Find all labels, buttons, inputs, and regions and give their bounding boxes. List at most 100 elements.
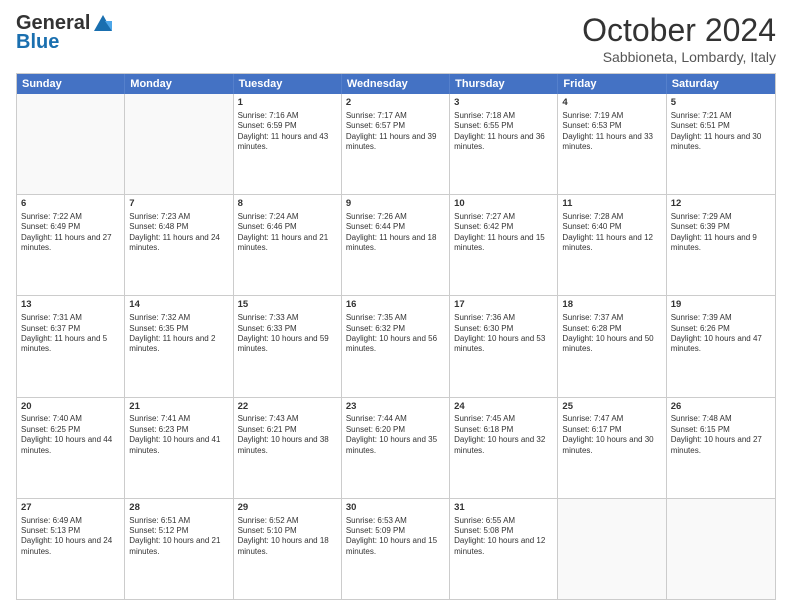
cell-details: Sunrise: 7:48 AMSunset: 6:15 PMDaylight:…: [671, 414, 771, 456]
day-number: 2: [346, 97, 445, 110]
header-day-friday: Friday: [558, 74, 666, 94]
calendar-cell: [125, 94, 233, 194]
calendar-cell: 29Sunrise: 6:52 AMSunset: 5:10 PMDayligh…: [234, 499, 342, 599]
calendar-cell: 30Sunrise: 6:53 AMSunset: 5:09 PMDayligh…: [342, 499, 450, 599]
calendar-cell: 16Sunrise: 7:35 AMSunset: 6:32 PMDayligh…: [342, 296, 450, 396]
day-number: 29: [238, 502, 337, 515]
day-number: 9: [346, 198, 445, 211]
day-number: 30: [346, 502, 445, 515]
cell-details: Sunrise: 7:23 AMSunset: 6:48 PMDaylight:…: [129, 212, 228, 254]
calendar-cell: 12Sunrise: 7:29 AMSunset: 6:39 PMDayligh…: [667, 195, 775, 295]
day-number: 21: [129, 401, 228, 414]
day-number: 5: [671, 97, 771, 110]
day-number: 11: [562, 198, 661, 211]
calendar-cell: 25Sunrise: 7:47 AMSunset: 6:17 PMDayligh…: [558, 398, 666, 498]
month-title: October 2024: [582, 12, 776, 49]
calendar-cell: 31Sunrise: 6:55 AMSunset: 5:08 PMDayligh…: [450, 499, 558, 599]
header: General Blue October 2024 Sabbioneta, Lo…: [16, 12, 776, 65]
day-number: 4: [562, 97, 661, 110]
calendar-cell: 18Sunrise: 7:37 AMSunset: 6:28 PMDayligh…: [558, 296, 666, 396]
day-number: 7: [129, 198, 228, 211]
calendar-cell: [17, 94, 125, 194]
header-day-saturday: Saturday: [667, 74, 775, 94]
day-number: 13: [21, 299, 120, 312]
cell-details: Sunrise: 6:51 AMSunset: 5:12 PMDaylight:…: [129, 516, 228, 558]
day-number: 16: [346, 299, 445, 312]
day-number: 17: [454, 299, 553, 312]
cell-details: Sunrise: 7:44 AMSunset: 6:20 PMDaylight:…: [346, 414, 445, 456]
cell-details: Sunrise: 7:18 AMSunset: 6:55 PMDaylight:…: [454, 111, 553, 153]
cell-details: Sunrise: 7:35 AMSunset: 6:32 PMDaylight:…: [346, 313, 445, 355]
calendar-cell: 28Sunrise: 6:51 AMSunset: 5:12 PMDayligh…: [125, 499, 233, 599]
day-number: 24: [454, 401, 553, 414]
calendar-cell: 5Sunrise: 7:21 AMSunset: 6:51 PMDaylight…: [667, 94, 775, 194]
cell-details: Sunrise: 7:28 AMSunset: 6:40 PMDaylight:…: [562, 212, 661, 254]
calendar-cell: 7Sunrise: 7:23 AMSunset: 6:48 PMDaylight…: [125, 195, 233, 295]
calendar-cell: 21Sunrise: 7:41 AMSunset: 6:23 PMDayligh…: [125, 398, 233, 498]
cell-details: Sunrise: 7:21 AMSunset: 6:51 PMDaylight:…: [671, 111, 771, 153]
logo-blue-text: Blue: [16, 31, 59, 54]
day-number: 23: [346, 401, 445, 414]
cell-details: Sunrise: 7:43 AMSunset: 6:21 PMDaylight:…: [238, 414, 337, 456]
day-number: 15: [238, 299, 337, 312]
calendar-cell: 14Sunrise: 7:32 AMSunset: 6:35 PMDayligh…: [125, 296, 233, 396]
calendar-cell: 19Sunrise: 7:39 AMSunset: 6:26 PMDayligh…: [667, 296, 775, 396]
calendar-cell: 15Sunrise: 7:33 AMSunset: 6:33 PMDayligh…: [234, 296, 342, 396]
cell-details: Sunrise: 6:55 AMSunset: 5:08 PMDaylight:…: [454, 516, 553, 558]
calendar-cell: 3Sunrise: 7:18 AMSunset: 6:55 PMDaylight…: [450, 94, 558, 194]
day-number: 27: [21, 502, 120, 515]
calendar-cell: 4Sunrise: 7:19 AMSunset: 6:53 PMDaylight…: [558, 94, 666, 194]
cell-details: Sunrise: 7:47 AMSunset: 6:17 PMDaylight:…: [562, 414, 661, 456]
calendar-week-4: 20Sunrise: 7:40 AMSunset: 6:25 PMDayligh…: [17, 397, 775, 498]
cell-details: Sunrise: 7:31 AMSunset: 6:37 PMDaylight:…: [21, 313, 120, 355]
cell-details: Sunrise: 6:49 AMSunset: 5:13 PMDaylight:…: [21, 516, 120, 558]
day-number: 26: [671, 401, 771, 414]
calendar-week-1: 1Sunrise: 7:16 AMSunset: 6:59 PMDaylight…: [17, 94, 775, 194]
calendar-cell: 22Sunrise: 7:43 AMSunset: 6:21 PMDayligh…: [234, 398, 342, 498]
cell-details: Sunrise: 7:26 AMSunset: 6:44 PMDaylight:…: [346, 212, 445, 254]
calendar-week-5: 27Sunrise: 6:49 AMSunset: 5:13 PMDayligh…: [17, 498, 775, 599]
calendar-cell: 26Sunrise: 7:48 AMSunset: 6:15 PMDayligh…: [667, 398, 775, 498]
page: General Blue October 2024 Sabbioneta, Lo…: [0, 0, 792, 612]
calendar-cell: 24Sunrise: 7:45 AMSunset: 6:18 PMDayligh…: [450, 398, 558, 498]
cell-details: Sunrise: 7:29 AMSunset: 6:39 PMDaylight:…: [671, 212, 771, 254]
cell-details: Sunrise: 7:17 AMSunset: 6:57 PMDaylight:…: [346, 111, 445, 153]
cell-details: Sunrise: 7:22 AMSunset: 6:49 PMDaylight:…: [21, 212, 120, 254]
day-number: 18: [562, 299, 661, 312]
cell-details: Sunrise: 7:45 AMSunset: 6:18 PMDaylight:…: [454, 414, 553, 456]
cell-details: Sunrise: 7:24 AMSunset: 6:46 PMDaylight:…: [238, 212, 337, 254]
cell-details: Sunrise: 7:19 AMSunset: 6:53 PMDaylight:…: [562, 111, 661, 153]
cell-details: Sunrise: 7:41 AMSunset: 6:23 PMDaylight:…: [129, 414, 228, 456]
calendar-cell: 11Sunrise: 7:28 AMSunset: 6:40 PMDayligh…: [558, 195, 666, 295]
cell-details: Sunrise: 7:33 AMSunset: 6:33 PMDaylight:…: [238, 313, 337, 355]
day-number: 6: [21, 198, 120, 211]
calendar-week-2: 6Sunrise: 7:22 AMSunset: 6:49 PMDaylight…: [17, 194, 775, 295]
day-number: 25: [562, 401, 661, 414]
location-subtitle: Sabbioneta, Lombardy, Italy: [582, 49, 776, 65]
cell-details: Sunrise: 6:52 AMSunset: 5:10 PMDaylight:…: [238, 516, 337, 558]
day-number: 10: [454, 198, 553, 211]
calendar-cell: 27Sunrise: 6:49 AMSunset: 5:13 PMDayligh…: [17, 499, 125, 599]
header-day-thursday: Thursday: [450, 74, 558, 94]
calendar-cell: 17Sunrise: 7:36 AMSunset: 6:30 PMDayligh…: [450, 296, 558, 396]
calendar-cell: [667, 499, 775, 599]
calendar-cell: 10Sunrise: 7:27 AMSunset: 6:42 PMDayligh…: [450, 195, 558, 295]
cell-details: Sunrise: 6:53 AMSunset: 5:09 PMDaylight:…: [346, 516, 445, 558]
cell-details: Sunrise: 7:36 AMSunset: 6:30 PMDaylight:…: [454, 313, 553, 355]
day-number: 22: [238, 401, 337, 414]
cell-details: Sunrise: 7:37 AMSunset: 6:28 PMDaylight:…: [562, 313, 661, 355]
day-number: 3: [454, 97, 553, 110]
day-number: 19: [671, 299, 771, 312]
calendar-cell: 8Sunrise: 7:24 AMSunset: 6:46 PMDaylight…: [234, 195, 342, 295]
day-number: 12: [671, 198, 771, 211]
day-number: 14: [129, 299, 228, 312]
day-number: 28: [129, 502, 228, 515]
cell-details: Sunrise: 7:39 AMSunset: 6:26 PMDaylight:…: [671, 313, 771, 355]
day-number: 8: [238, 198, 337, 211]
calendar: SundayMondayTuesdayWednesdayThursdayFrid…: [16, 73, 776, 600]
calendar-body: 1Sunrise: 7:16 AMSunset: 6:59 PMDaylight…: [17, 94, 775, 599]
calendar-cell: 6Sunrise: 7:22 AMSunset: 6:49 PMDaylight…: [17, 195, 125, 295]
calendar-week-3: 13Sunrise: 7:31 AMSunset: 6:37 PMDayligh…: [17, 295, 775, 396]
calendar-cell: [558, 499, 666, 599]
logo: General Blue: [16, 12, 114, 54]
